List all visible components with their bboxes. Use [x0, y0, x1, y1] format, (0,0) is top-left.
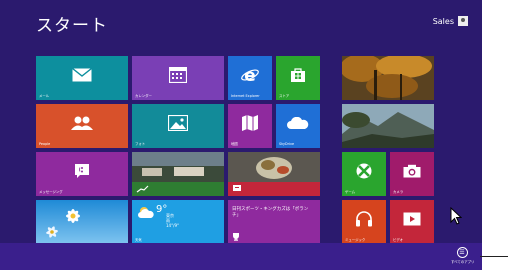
messaging-icon [75, 164, 89, 179]
desktop-wallpaper [36, 200, 128, 244]
tile-messaging[interactable]: メッセージング [36, 152, 128, 196]
headphones-icon [356, 211, 372, 227]
tile-skydrive[interactable]: SkyDrive [276, 104, 320, 148]
tile-label: ミュージック [345, 238, 366, 242]
tile-label: ビデオ [393, 238, 404, 242]
mouse-cursor-icon [450, 207, 462, 225]
finance-photo [132, 152, 224, 196]
user-name: Sales [432, 16, 454, 26]
all-apps-button[interactable]: ☰ すべてのアプリ [451, 247, 474, 264]
user-account[interactable]: Sales [433, 16, 468, 26]
tile-label: SkyDrive [279, 142, 295, 146]
news-headline: 日刊スポーツ・キングカズは「ボランチ」 [232, 207, 309, 218]
tile-label: Internet Explorer [231, 94, 260, 98]
camera-icon [403, 165, 421, 178]
tile-desktop[interactable] [36, 200, 128, 244]
tile-sports[interactable]: 日刊スポーツ・キングカズは「ボランチ」 [228, 200, 320, 244]
news-photo [228, 152, 320, 196]
divider [480, 256, 508, 257]
tile-label: 天気 [135, 238, 142, 242]
mountain-photo [342, 104, 434, 148]
svg-text:e: e [244, 66, 256, 84]
tile-people[interactable]: People [36, 104, 128, 148]
photos-icon [168, 115, 188, 132]
tile-label: フォト [135, 142, 146, 146]
tile-photo-autumn[interactable] [342, 56, 434, 100]
tile-label: メール [39, 94, 50, 98]
tile-weather[interactable]: 9° 東京 雨 14°/9° 天気 [132, 200, 224, 244]
tile-label: カレンダー [135, 94, 152, 98]
calendar-icon [169, 67, 187, 84]
trophy-icon [233, 233, 239, 241]
tile-music[interactable]: ミュージック [342, 200, 386, 244]
start-screen: スタート Sales メール カレンダー e Internet Explorer [0, 0, 482, 270]
tile-news[interactable] [228, 152, 320, 196]
weather-range: 14°/9° [166, 223, 179, 228]
tile-video[interactable]: ビデオ [390, 200, 434, 244]
tile-maps[interactable]: 地図 [228, 104, 272, 148]
tile-mail[interactable]: メール [36, 56, 128, 100]
app-bar [0, 243, 482, 270]
weather-cloud-icon [138, 207, 154, 218]
tile-photos[interactable]: フォト [132, 104, 224, 148]
tile-label: ゲーム [345, 190, 356, 194]
page-title: スタート [36, 16, 108, 36]
video-play-icon [403, 212, 421, 226]
tile-games[interactable]: ゲーム [342, 152, 386, 196]
avatar[interactable] [458, 16, 468, 26]
tile-label: メッセージング [39, 190, 63, 194]
store-bag-icon [291, 68, 305, 83]
tile-internet-explorer[interactable]: e Internet Explorer [228, 56, 272, 100]
maps-icon [242, 115, 258, 132]
tile-label: ストア [279, 94, 290, 98]
tile-store[interactable]: ストア [276, 56, 320, 100]
tile-finance[interactable] [132, 152, 224, 196]
cloud-icon [287, 117, 309, 130]
people-icon [71, 116, 93, 131]
autumn-leaves-photo [342, 56, 434, 100]
internet-explorer-icon: e [241, 66, 259, 84]
mail-icon [72, 68, 92, 82]
tile-photo-mountain[interactable] [342, 104, 434, 148]
tile-calendar[interactable]: カレンダー [132, 56, 224, 100]
xbox-icon [356, 163, 372, 179]
all-apps-icon: ☰ [456, 247, 468, 258]
tile-camera[interactable]: カメラ [390, 152, 434, 196]
all-apps-label: すべてのアプリ [451, 260, 475, 264]
tile-label: カメラ [393, 190, 404, 194]
tile-label: 地図 [231, 142, 238, 146]
tile-label: People [39, 142, 51, 146]
